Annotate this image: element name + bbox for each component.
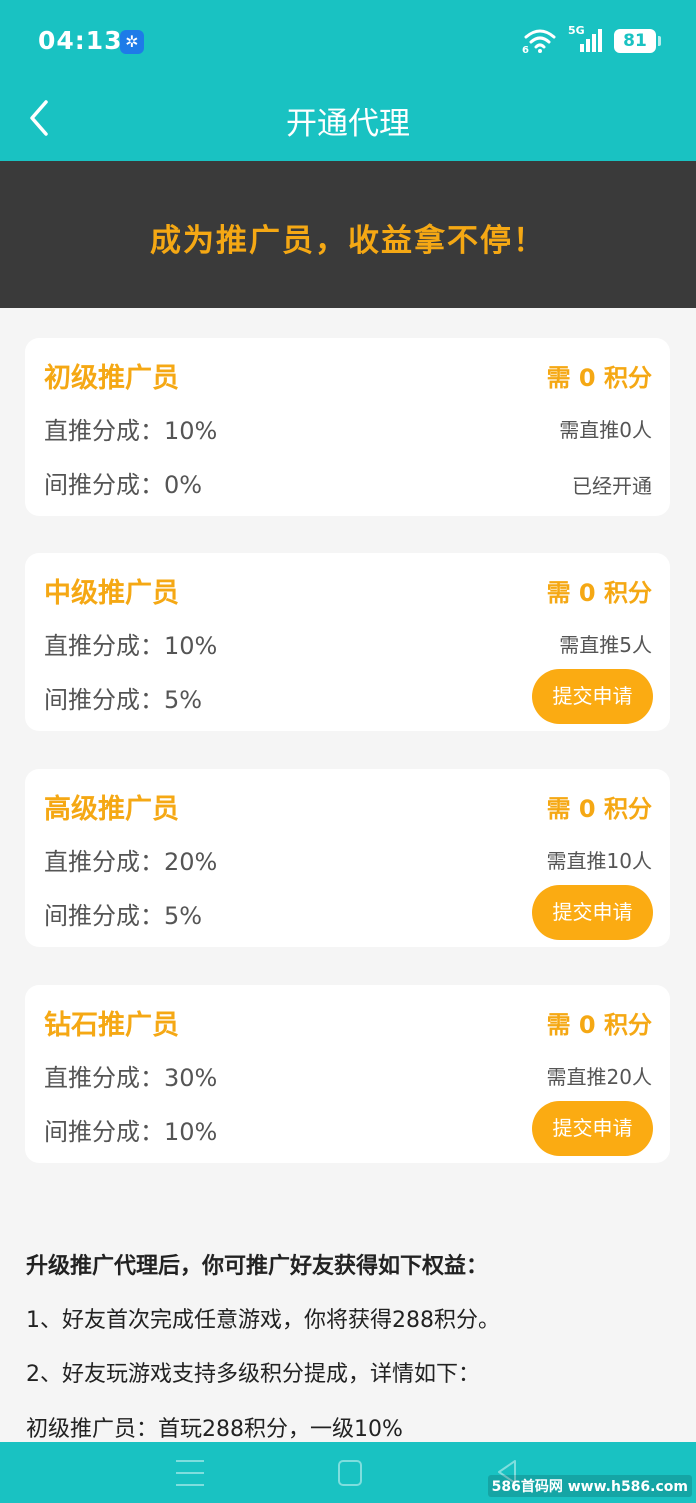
network-type-label: 5G xyxy=(568,24,585,37)
home-square-icon[interactable] xyxy=(338,1460,362,1486)
tier-name: 初级推广员 xyxy=(44,363,179,394)
tier-card-senior: 高级推广员 需 0 积分 直推分成：20% 需直推10人 间推分成：5% 提交申… xyxy=(25,769,670,947)
indirect-share: 间推分成：0% xyxy=(44,471,203,499)
tier-name: 高级推广员 xyxy=(44,794,179,825)
benefits-line: 2、好友玩游戏支持多级积分提成，详情如下： xyxy=(26,1362,480,1387)
battery-icon: 81 xyxy=(614,29,661,53)
tier-cost: 需 0 积分 xyxy=(546,795,652,823)
indirect-share: 间推分成：10% xyxy=(44,1118,218,1146)
tier-name: 中级推广员 xyxy=(44,578,179,609)
tier-cost: 需 0 积分 xyxy=(546,364,652,392)
status-icons: 6 5G 81 xyxy=(522,24,661,56)
benefits-heading: 升级推广代理后，你可推广好友获得如下权益： xyxy=(26,1254,489,1279)
tier-cost: 需 0 积分 xyxy=(546,579,652,607)
tier-card-intermediate: 中级推广员 需 0 积分 直推分成：10% 需直推5人 间推分成：5% 提交申请 xyxy=(25,553,670,731)
submit-application-button[interactable]: 提交申请 xyxy=(532,1101,653,1156)
menu-icon[interactable] xyxy=(176,1460,204,1486)
tier-card-basic: 初级推广员 需 0 积分 直推分成：10% 需直推0人 间推分成：0% 已经开通 xyxy=(25,338,670,516)
benefits-line: 初级推广员：首玩288积分，一级10% xyxy=(26,1417,403,1442)
tier-cost: 需 0 积分 xyxy=(546,1011,652,1039)
benefits-line: 1、好友首次完成任意游戏，你将获得288积分。 xyxy=(26,1308,500,1333)
direct-share: 直推分成：10% xyxy=(44,632,218,660)
submit-application-button[interactable]: 提交申请 xyxy=(532,885,653,940)
status-time: 04:13 xyxy=(38,26,123,55)
direct-requirement: 需直推0人 xyxy=(559,418,652,442)
indirect-share: 间推分成：5% xyxy=(44,686,203,714)
banner-text: 成为推广员，收益拿不停！ xyxy=(150,223,546,259)
system-nav-bar: 586首码网 www.h586.com xyxy=(0,1442,696,1503)
direct-requirement: 需直推20人 xyxy=(546,1065,652,1089)
watermark: 586首码网 www.h586.com xyxy=(487,1475,692,1497)
pinwheel-app-icon: ✲ xyxy=(120,30,144,54)
promo-banner: 成为推广员，收益拿不停！ xyxy=(0,161,696,308)
wifi-icon: 6 xyxy=(522,28,556,56)
indirect-share: 间推分成：5% xyxy=(44,902,203,930)
signal-icon: 5G xyxy=(568,24,602,54)
top-app-bar: 04:13 ✲ 6 5G 81 开通代理 xyxy=(0,0,696,161)
tier-name: 钻石推广员 xyxy=(44,1010,179,1041)
direct-requirement: 需直推10人 xyxy=(546,849,652,873)
status-badge: 已经开通 xyxy=(572,474,652,498)
direct-share: 直推分成：20% xyxy=(44,848,218,876)
direct-requirement: 需直推5人 xyxy=(559,633,652,657)
wifi-standard-label: 6 xyxy=(522,45,529,56)
direct-share: 直推分成：30% xyxy=(44,1064,218,1092)
submit-application-button[interactable]: 提交申请 xyxy=(532,669,653,724)
status-bar: 04:13 ✲ 6 5G 81 xyxy=(0,0,696,80)
direct-share: 直推分成：10% xyxy=(44,417,218,445)
page-title: 开通代理 xyxy=(286,106,410,142)
tier-card-diamond: 钻石推广员 需 0 积分 直推分成：30% 需直推20人 间推分成：10% 提交… xyxy=(25,985,670,1163)
